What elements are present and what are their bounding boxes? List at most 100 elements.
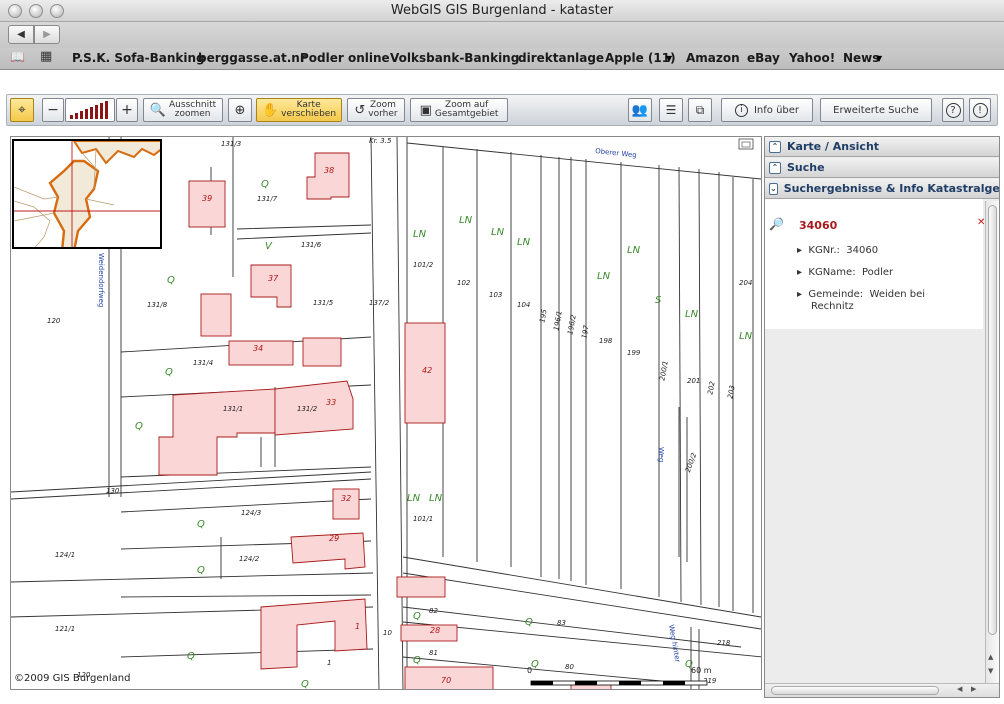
section-suchergebnisse[interactable]: ⌄ Suchergebnisse & Info Katastralgem bbox=[765, 179, 999, 199]
land-use-code: Q bbox=[165, 367, 173, 378]
magnifier-icon: ⊕ bbox=[234, 102, 246, 118]
building-number: 1 bbox=[355, 622, 360, 631]
search-result-map-icon[interactable]: 🔎 bbox=[769, 217, 784, 231]
overview-map[interactable] bbox=[12, 139, 162, 249]
ausschnitt-zoomen-button[interactable]: 🔍 Ausschnitt zoomen bbox=[143, 98, 223, 122]
land-use-code: LN bbox=[739, 331, 753, 342]
vertical-scroll-thumb[interactable] bbox=[988, 205, 997, 635]
layers-button[interactable]: ⧉ bbox=[688, 98, 712, 122]
karte-verschieben-button[interactable]: ✋ Karte verschieben bbox=[256, 98, 342, 122]
kgname-value: Podler bbox=[861, 267, 894, 278]
building-number: 29 bbox=[329, 534, 339, 543]
kgnr-value: 34060 bbox=[846, 245, 879, 256]
parcel-number: 200/2 bbox=[684, 451, 699, 473]
result-gemeinde-cont: Rechnitz bbox=[811, 301, 854, 312]
land-use-code: Q bbox=[525, 617, 533, 628]
info-ueber-button[interactable]: i Info über bbox=[721, 98, 813, 122]
zoom-in-button[interactable]: + bbox=[116, 98, 138, 122]
building-number: 28 bbox=[430, 626, 440, 635]
browser-window: WebGIS GIS Burgenland - kataster ◀ ▶ 📖 ▦… bbox=[0, 0, 1004, 704]
parcel-number: 131/4 bbox=[193, 359, 213, 367]
top-sites-grid-icon[interactable]: ▦ bbox=[40, 49, 52, 64]
parcel-number: 83 bbox=[557, 619, 566, 627]
info-circle-icon: i bbox=[734, 103, 748, 117]
gemeinde-value-1: Weiden bei bbox=[869, 289, 926, 300]
horizontal-scroll-thumb[interactable] bbox=[771, 686, 939, 695]
select-tool-button[interactable]: ⌖ bbox=[10, 98, 34, 122]
bookmarks-book-icon[interactable]: 📖 bbox=[10, 50, 25, 64]
chevron-down-icon: ⌄ bbox=[769, 182, 778, 195]
road-label: Weidendorfweg bbox=[97, 253, 105, 307]
bookmark-amazon[interactable]: Amazon bbox=[686, 51, 740, 65]
help-question-icon: ? bbox=[945, 102, 961, 118]
panel-horizontal-scrollbar[interactable]: ◀ ▶ bbox=[765, 683, 999, 697]
parcel-number: 196/2 bbox=[566, 313, 577, 335]
bookmark-psk[interactable]: P.S.K. Sofa-Banking bbox=[72, 51, 205, 65]
parcel-number: 199 bbox=[627, 349, 641, 357]
bookmark-berggasse[interactable]: berggasse.at.nr bbox=[198, 51, 306, 65]
scroll-right-arrow-icon[interactable]: ▶ bbox=[971, 685, 976, 693]
vorher-label-2: vorher bbox=[368, 109, 398, 119]
zoom-out-button[interactable]: − bbox=[42, 98, 64, 122]
land-use-code: Q bbox=[413, 611, 421, 622]
bookmark-volksbank[interactable]: Volksbank-Banking bbox=[390, 51, 519, 65]
section-karte-ansicht[interactable]: ⌃ Karte / Ansicht bbox=[765, 137, 999, 157]
navigation-bar: ◀ ▶ bbox=[0, 22, 1004, 48]
persons-button[interactable]: 👥 bbox=[628, 98, 652, 122]
zoom-gesamtgebiet-button[interactable]: ▣ Zoom auf Gesamtgebiet bbox=[410, 98, 508, 122]
bookmark-direktanlage[interactable]: direktanlage bbox=[518, 51, 604, 65]
forward-arrow-icon: ▶ bbox=[43, 29, 51, 40]
parcel-number: 218 bbox=[717, 639, 731, 647]
bookmark-apple[interactable]: Apple (11) bbox=[605, 51, 676, 65]
bookmark-ebay[interactable]: eBay bbox=[747, 51, 780, 65]
land-use-code: Q bbox=[261, 179, 269, 190]
zoom-magnifier-button[interactable]: ⊕ bbox=[228, 98, 252, 122]
land-use-code: LN bbox=[459, 215, 473, 226]
info-panel: ⌃ Karte / Ansicht ⌃ Suche ⌄ Suchergebnis… bbox=[764, 136, 1000, 698]
panel-vertical-scrollbar[interactable]: ▲ ▼ bbox=[985, 201, 999, 687]
scroll-down-arrow-icon[interactable]: ▼ bbox=[988, 667, 993, 675]
plus-icon: + bbox=[121, 101, 133, 118]
info-label: Info über bbox=[753, 104, 800, 116]
parcel-number: 130 bbox=[106, 487, 120, 495]
zoom-vorher-button[interactable]: ↺ Zoom vorher bbox=[347, 98, 405, 122]
buildings bbox=[158, 152, 612, 689]
map-corner-toggle-icon[interactable] bbox=[738, 138, 754, 150]
window-title: WebGIS GIS Burgenland - kataster bbox=[390, 3, 614, 18]
scroll-left-arrow-icon[interactable]: ◀ bbox=[957, 685, 962, 693]
land-use-code: Q bbox=[167, 275, 175, 286]
ausschnitt-label-2: zoomen bbox=[174, 109, 211, 119]
parcel-number: 124/3 bbox=[241, 509, 261, 517]
list-button[interactable]: ☰ bbox=[659, 98, 683, 122]
forward-button[interactable]: ▶ bbox=[34, 25, 60, 44]
parcel-number: 10 bbox=[383, 629, 392, 637]
parcel-number: 120 bbox=[47, 317, 61, 325]
result-kgname: ▸ KGName: Podler bbox=[797, 267, 894, 278]
about-button[interactable]: ! bbox=[969, 98, 991, 122]
back-button[interactable]: ◀ bbox=[8, 25, 34, 44]
zoom-rect-icon: 🔍 bbox=[149, 102, 167, 118]
bookmark-news[interactable]: News bbox=[843, 51, 879, 65]
help-button[interactable]: ? bbox=[942, 98, 964, 122]
zoom-level-slider[interactable] bbox=[65, 98, 115, 122]
about-exclamation-icon: ! bbox=[972, 102, 988, 118]
scroll-up-arrow-icon[interactable]: ▲ bbox=[988, 653, 993, 661]
chevron-up-icon: ⌃ bbox=[769, 140, 781, 153]
parcel-number: 200/1 bbox=[658, 360, 669, 381]
result-id[interactable]: 34060 bbox=[799, 219, 837, 232]
parcel-number: 81 bbox=[429, 649, 438, 657]
section-title: Suchergebnisse & Info Katastralgem bbox=[783, 182, 999, 195]
cadastral-map[interactable]: 39 38 37 34 33 42 32 29 28 70 1 131/3 13… bbox=[10, 136, 762, 690]
erweiterte-suche-button[interactable]: Erweiterte Suche bbox=[820, 98, 932, 122]
parcel-number: 204 bbox=[739, 279, 752, 287]
bookmarks-bar: 📖 ▦ P.S.K. Sofa-Banking berggasse.at.nr … bbox=[0, 48, 1004, 70]
land-use-code: Q bbox=[197, 565, 205, 576]
bookmark-yahoo[interactable]: Yahoo! bbox=[789, 51, 835, 65]
land-use-code: Q bbox=[197, 519, 205, 530]
land-use-code: LN bbox=[491, 227, 505, 238]
parcel-number: 101/1 bbox=[413, 515, 433, 523]
bookmark-podler[interactable]: Podler online bbox=[300, 51, 390, 65]
parcel-number: 197 bbox=[580, 324, 590, 339]
section-suche[interactable]: ⌃ Suche bbox=[765, 158, 999, 178]
parcel-number: Kr. 3.5 bbox=[369, 137, 392, 145]
